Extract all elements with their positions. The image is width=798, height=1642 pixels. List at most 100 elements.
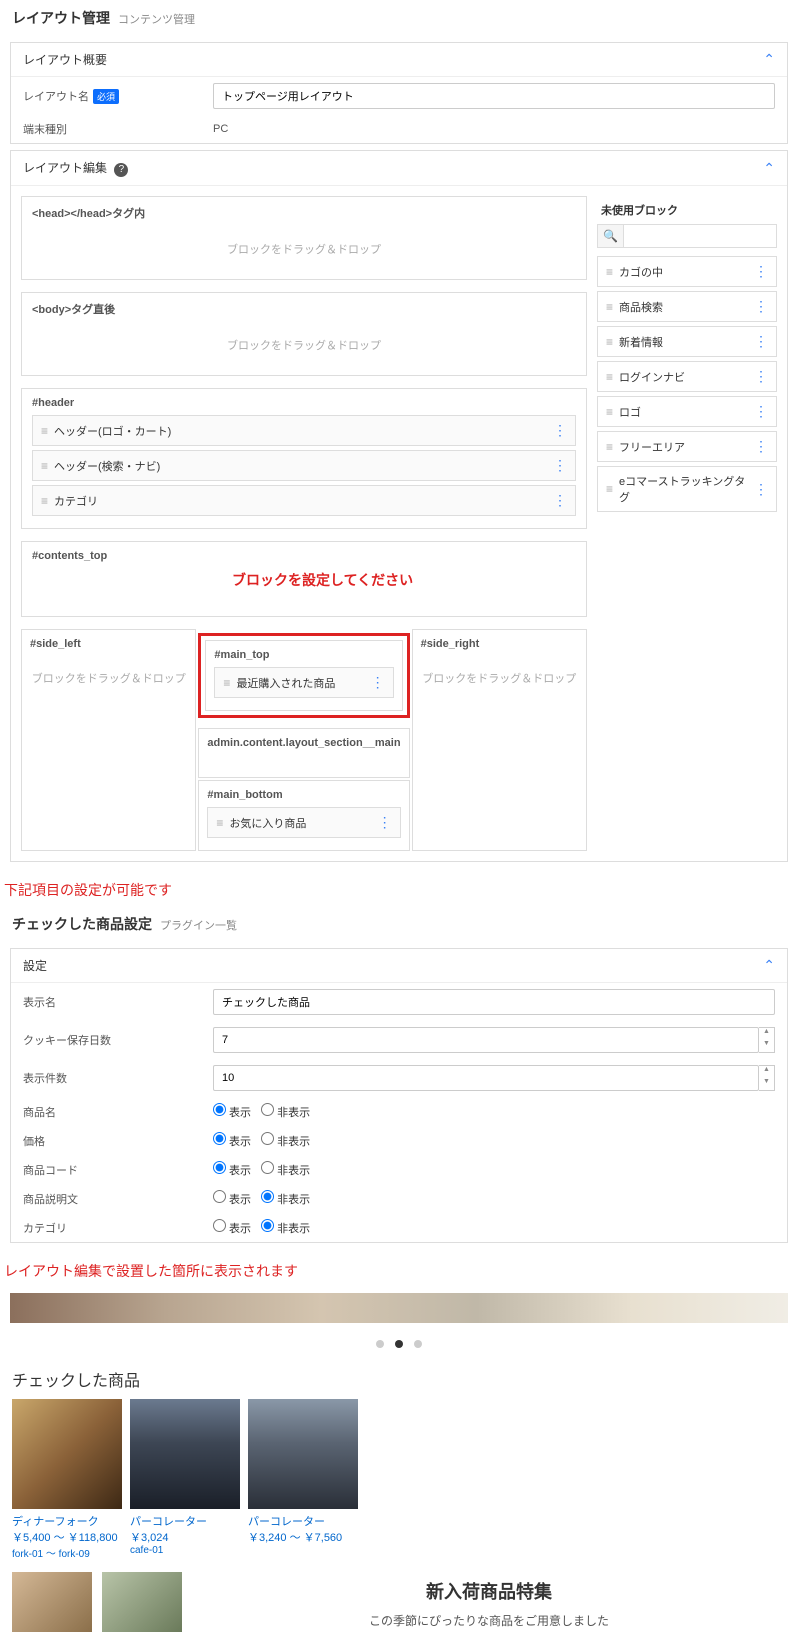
- chevron-up-icon[interactable]: ⌃: [763, 160, 775, 177]
- more-icon[interactable]: ⋮: [371, 674, 385, 691]
- product-price: ￥5,400 ～ ￥118,800: [12, 1529, 122, 1545]
- block-item[interactable]: ≡ ロゴ ⋮: [597, 396, 777, 427]
- radio-show[interactable]: 表示: [213, 1165, 251, 1177]
- carousel-dot[interactable]: [395, 1340, 403, 1348]
- panel-header[interactable]: レイアウト概要 ⌃: [11, 43, 787, 77]
- drag-icon[interactable]: ≡: [216, 816, 223, 830]
- product-name[interactable]: パーコレーター: [130, 1513, 240, 1529]
- help-icon[interactable]: ?: [114, 163, 128, 177]
- product-card[interactable]: パーコレーター￥3,024cafe-01: [130, 1399, 240, 1560]
- block-label: ロゴ: [619, 404, 641, 420]
- radio-show[interactable]: 表示: [213, 1136, 251, 1148]
- feature-row: 新入荷商品特集 この季節にぴったりな商品をご用意しました: [0, 1562, 798, 1642]
- section-title: #header: [32, 397, 576, 409]
- product-image[interactable]: [130, 1399, 240, 1509]
- display-name-input[interactable]: [213, 989, 775, 1015]
- block-item[interactable]: ≡カテゴリ⋮: [32, 485, 576, 516]
- chevron-up-icon[interactable]: ⌃: [763, 957, 775, 974]
- layout-name-input[interactable]: [213, 83, 775, 109]
- page-header-plugin: チェックした商品設定 プラグイン一覧: [0, 906, 798, 942]
- panel-header[interactable]: 設定 ⌃: [11, 949, 787, 983]
- block-item[interactable]: ≡フリーエリア⋮: [597, 431, 777, 462]
- more-icon[interactable]: ⋮: [553, 422, 567, 439]
- chevron-up-icon[interactable]: ⌃: [763, 51, 775, 68]
- search-input[interactable]: [624, 225, 776, 247]
- block-item[interactable]: ≡ ヘッダー(ロゴ・カート) ⋮: [32, 415, 576, 446]
- number-spinner[interactable]: ▲▼: [759, 1027, 775, 1053]
- drag-icon[interactable]: ≡: [41, 424, 48, 438]
- radio-show[interactable]: 表示: [213, 1194, 251, 1206]
- radio-hide[interactable]: 非表示: [261, 1223, 310, 1235]
- number-spinner[interactable]: ▲▼: [759, 1065, 775, 1091]
- more-icon[interactable]: ⋮: [754, 403, 768, 420]
- carousel-dot[interactable]: [414, 1340, 422, 1348]
- block-item[interactable]: ≡ 商品検索 ⋮: [597, 291, 777, 322]
- more-icon[interactable]: ⋮: [553, 492, 567, 509]
- drag-icon[interactable]: ≡: [41, 494, 48, 508]
- product-card[interactable]: パーコレーター￥3,240 ～ ￥7,560: [248, 1399, 358, 1560]
- more-icon[interactable]: ⋮: [754, 298, 768, 315]
- panel-title: レイアウト編集: [23, 161, 107, 175]
- more-icon[interactable]: ⋮: [378, 814, 392, 831]
- block-item[interactable]: ≡eコマーストラッキングタグ⋮: [597, 466, 777, 512]
- radio-hide[interactable]: 非表示: [261, 1194, 310, 1206]
- block-item[interactable]: ≡最近購入された商品 ⋮: [214, 667, 393, 698]
- section-body-tag[interactable]: <body>タグ直後 ブロックをドラッグ＆ドロップ: [21, 292, 587, 376]
- section-main[interactable]: admin.content.layout_section__main: [198, 728, 409, 778]
- feature-image[interactable]: [12, 1572, 92, 1632]
- more-icon[interactable]: ⋮: [754, 481, 768, 498]
- more-icon[interactable]: ⋮: [754, 263, 768, 280]
- more-icon[interactable]: ⋮: [754, 368, 768, 385]
- page-title: レイアウト管理: [12, 8, 110, 28]
- more-icon[interactable]: ⋮: [754, 333, 768, 350]
- carousel-dot[interactable]: [376, 1340, 384, 1348]
- section-main-top[interactable]: #main_top ≡最近購入された商品 ⋮: [205, 640, 402, 711]
- block-item[interactable]: ≡ログインナビ⋮: [597, 361, 777, 392]
- drag-icon[interactable]: ≡: [606, 482, 613, 496]
- section-header[interactable]: #header ≡ヘッダー(ロゴ・カート)⋮≡ヘッダー(検索・ナビ)⋮≡カテゴリ…: [21, 388, 587, 529]
- field-label: 商品名: [23, 1104, 56, 1120]
- product-image[interactable]: [12, 1399, 122, 1509]
- drag-icon[interactable]: ≡: [606, 370, 613, 384]
- drag-icon[interactable]: ≡: [606, 300, 613, 314]
- product-name[interactable]: ディナーフォーク: [12, 1513, 122, 1529]
- more-icon[interactable]: ⋮: [754, 438, 768, 455]
- block-item[interactable]: ≡ヘッダー(検索・ナビ)⋮: [32, 450, 576, 481]
- drag-icon[interactable]: ≡: [606, 405, 613, 419]
- drag-icon[interactable]: ≡: [223, 676, 230, 690]
- drop-hint: ブロックをドラッグ＆ドロップ: [421, 656, 578, 700]
- more-icon[interactable]: ⋮: [553, 457, 567, 474]
- section-contents-top[interactable]: #contents_top ブロックを設定してください: [21, 541, 587, 617]
- panel-title: 設定: [23, 957, 47, 974]
- radio-show[interactable]: 表示: [213, 1107, 251, 1119]
- radio-hide[interactable]: 非表示: [261, 1136, 310, 1148]
- radio-show[interactable]: 表示: [213, 1223, 251, 1235]
- section-main-bottom[interactable]: #main_bottom ≡お気に入り商品 ⋮: [198, 780, 409, 851]
- search-icon[interactable]: 🔍: [598, 225, 624, 247]
- drag-icon[interactable]: ≡: [41, 459, 48, 473]
- block-label: 商品検索: [619, 299, 663, 315]
- field-label: レイアウト名: [23, 88, 89, 104]
- callout-text: ブロックを設定してください: [32, 568, 576, 596]
- section-head-tag[interactable]: <head></head>タグ内 ブロックをドラッグ＆ドロップ: [21, 196, 587, 280]
- display-count-input[interactable]: [213, 1065, 759, 1091]
- drag-icon[interactable]: ≡: [606, 335, 613, 349]
- drop-hint: ブロックをドラッグ＆ドロップ: [32, 323, 576, 367]
- cookie-days-input[interactable]: [213, 1027, 759, 1053]
- drag-icon[interactable]: ≡: [606, 265, 613, 279]
- block-item[interactable]: ≡お気に入り商品 ⋮: [207, 807, 400, 838]
- product-card[interactable]: ディナーフォーク￥5,400 ～ ￥118,800fork-01 ～ fork-…: [12, 1399, 122, 1560]
- radio-hide[interactable]: 非表示: [261, 1107, 310, 1119]
- product-image[interactable]: [248, 1399, 358, 1509]
- block-item[interactable]: ≡新着情報⋮: [597, 326, 777, 357]
- product-code: cafe-01: [130, 1545, 240, 1556]
- section-side-left[interactable]: #side_left ブロックをドラッグ＆ドロップ: [21, 629, 196, 851]
- product-name[interactable]: パーコレーター: [248, 1513, 358, 1529]
- feature-image[interactable]: [102, 1572, 182, 1632]
- section-side-right[interactable]: #side_right ブロックをドラッグ＆ドロップ: [412, 629, 587, 851]
- block-label: ヘッダー(ロゴ・カート): [54, 423, 171, 439]
- radio-hide[interactable]: 非表示: [261, 1165, 310, 1177]
- block-item[interactable]: ≡カゴの中⋮: [597, 256, 777, 287]
- drag-icon[interactable]: ≡: [606, 440, 613, 454]
- panel-header[interactable]: レイアウト編集 ? ⌃: [11, 151, 787, 186]
